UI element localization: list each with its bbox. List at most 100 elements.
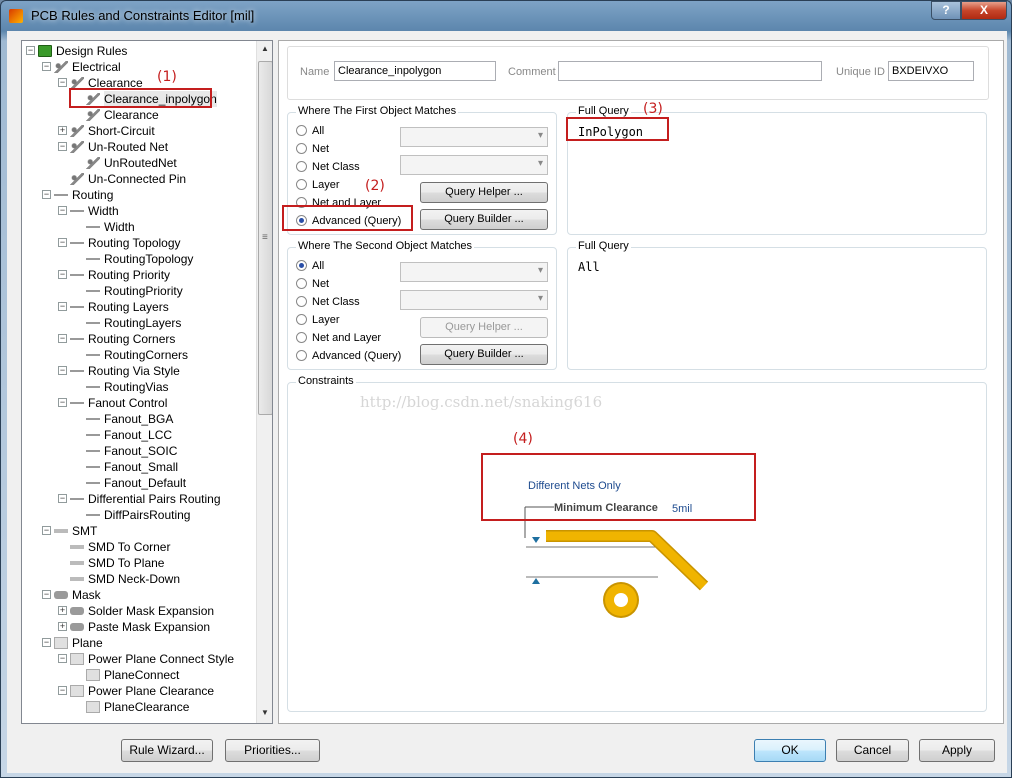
routing-icon bbox=[70, 397, 84, 409]
routing-icon bbox=[86, 317, 100, 329]
second-net-combo[interactable] bbox=[400, 290, 548, 310]
tree-item-label: Paste Mask Expansion bbox=[88, 620, 211, 634]
collapse-icon[interactable]: − bbox=[58, 206, 67, 215]
expand-icon[interactable]: + bbox=[58, 622, 67, 631]
tree-item-label: PlaneClearance bbox=[104, 700, 190, 714]
tree-item-label: SMD Neck-Down bbox=[88, 572, 181, 586]
tree-item-label: Design Rules bbox=[56, 44, 128, 58]
name-field[interactable]: Clearance_inpolygon bbox=[334, 61, 496, 81]
radio-icon[interactable] bbox=[296, 161, 307, 172]
plane-icon bbox=[70, 685, 84, 697]
radio-icon[interactable] bbox=[296, 350, 307, 361]
title-bar[interactable]: PCB Rules and Constraints Editor [mil] ?… bbox=[1, 1, 1011, 31]
radio-label: Layer bbox=[312, 314, 340, 326]
unique-id-field[interactable]: BXDEIVXO bbox=[888, 61, 974, 81]
radio-icon[interactable] bbox=[296, 179, 307, 190]
tree-item-label: Width bbox=[104, 220, 135, 234]
routing-icon bbox=[70, 269, 84, 281]
second-full-query-group: Full Query All bbox=[567, 240, 987, 370]
tree-item-label: Fanout_LCC bbox=[104, 428, 173, 442]
rule-icon bbox=[70, 141, 84, 153]
tree-item-label: Routing Via Style bbox=[88, 364, 180, 378]
first-query-helper-button[interactable]: Query Helper ... bbox=[420, 182, 548, 203]
routing-icon bbox=[70, 333, 84, 345]
apply-button[interactable]: Apply bbox=[919, 739, 995, 762]
radio-icon[interactable] bbox=[296, 278, 307, 289]
scroll-down-icon[interactable]: ▼ bbox=[257, 705, 272, 721]
radio-icon[interactable] bbox=[296, 125, 307, 136]
radio-label: Net Class bbox=[312, 161, 360, 173]
annotation-label-4: (4) bbox=[513, 431, 533, 447]
app-icon bbox=[9, 9, 23, 23]
collapse-icon[interactable]: − bbox=[58, 334, 67, 343]
collapse-icon[interactable]: − bbox=[58, 686, 67, 695]
rules-tree: − Design Rules − Electrical − Clearance Cleara… bbox=[21, 40, 273, 724]
collapse-icon[interactable]: − bbox=[42, 190, 51, 199]
cancel-button[interactable]: Cancel bbox=[836, 739, 909, 762]
collapse-icon[interactable]: − bbox=[58, 366, 67, 375]
radio-label: Net and Layer bbox=[312, 332, 382, 344]
collapse-icon[interactable]: − bbox=[58, 270, 67, 279]
tree-item-label: Solder Mask Expansion bbox=[88, 604, 215, 618]
collapse-icon[interactable]: − bbox=[42, 590, 51, 599]
collapse-icon[interactable]: − bbox=[58, 398, 67, 407]
collapse-icon[interactable]: − bbox=[42, 62, 51, 71]
mask-icon bbox=[54, 591, 68, 599]
priorities-button[interactable]: Priorities... bbox=[225, 739, 320, 762]
collapse-icon[interactable]: − bbox=[58, 142, 67, 151]
help-button[interactable]: ? bbox=[931, 1, 961, 20]
grip-icon: ≡ bbox=[262, 232, 268, 243]
first-all-combo[interactable] bbox=[400, 127, 548, 147]
collapse-icon[interactable]: − bbox=[26, 46, 35, 55]
radio-icon[interactable] bbox=[296, 260, 307, 271]
radio-icon[interactable] bbox=[296, 143, 307, 154]
routing-icon bbox=[86, 509, 100, 521]
window-title: PCB Rules and Constraints Editor [mil] bbox=[31, 8, 255, 23]
first-net-combo[interactable] bbox=[400, 155, 548, 175]
radio-label: Layer bbox=[312, 179, 340, 191]
second-all-combo[interactable] bbox=[400, 262, 548, 282]
collapse-icon[interactable]: − bbox=[42, 638, 51, 647]
tree-item-label: RoutingPriority bbox=[104, 284, 183, 298]
routing-icon bbox=[86, 461, 100, 473]
second-object-title: Where The Second Object Matches bbox=[296, 240, 475, 252]
second-query-builder-button[interactable]: Query Builder ... bbox=[420, 344, 548, 365]
radio-icon[interactable] bbox=[296, 296, 307, 307]
plane-icon bbox=[70, 653, 84, 665]
collapse-icon[interactable]: − bbox=[58, 238, 67, 247]
expand-icon[interactable]: + bbox=[58, 606, 67, 615]
second-full-query-text[interactable]: All bbox=[578, 260, 600, 274]
collapse-icon[interactable]: − bbox=[42, 526, 51, 535]
radio-label: Advanced (Query) bbox=[312, 350, 402, 362]
radio-label: Net bbox=[312, 278, 330, 290]
constraints-title: Constraints bbox=[296, 375, 356, 387]
arrow-down-icon bbox=[532, 537, 540, 543]
rule-wizard-button[interactable]: Rule Wizard... bbox=[121, 739, 213, 762]
radio-icon[interactable] bbox=[296, 332, 307, 343]
plane-icon bbox=[86, 669, 100, 681]
tree-scrollbar[interactable]: ▲ ≡ ▼ bbox=[256, 41, 272, 723]
tree-item-label: SMD To Plane bbox=[88, 556, 165, 570]
scroll-up-icon[interactable]: ▲ bbox=[257, 41, 272, 57]
expand-icon[interactable]: + bbox=[58, 126, 67, 135]
first-query-builder-button[interactable]: Query Builder ... bbox=[420, 209, 548, 230]
tree-item-label: Differential Pairs Routing bbox=[88, 492, 221, 506]
routing-icon bbox=[54, 189, 68, 201]
comment-field[interactable] bbox=[558, 61, 822, 81]
tree-item-label: UnRoutedNet bbox=[104, 156, 177, 170]
routing-icon bbox=[86, 477, 100, 489]
rule-icon bbox=[54, 61, 68, 73]
collapse-icon[interactable]: − bbox=[58, 78, 67, 87]
collapse-icon[interactable]: − bbox=[58, 654, 67, 663]
tree-item-label: Power Plane Connect Style bbox=[88, 652, 235, 666]
close-button[interactable]: X bbox=[961, 1, 1007, 20]
tree-item-label: Un-Routed Net bbox=[88, 140, 169, 154]
routing-icon bbox=[70, 365, 84, 377]
second-query-helper-button[interactable]: Query Helper ... bbox=[420, 317, 548, 338]
collapse-icon[interactable]: − bbox=[58, 494, 67, 503]
ok-button[interactable]: OK bbox=[754, 739, 826, 762]
radio-icon[interactable] bbox=[296, 314, 307, 325]
scroll-thumb[interactable]: ≡ bbox=[258, 61, 272, 415]
collapse-icon[interactable]: − bbox=[58, 302, 67, 311]
first-full-query-title: Full Query bbox=[576, 105, 631, 117]
